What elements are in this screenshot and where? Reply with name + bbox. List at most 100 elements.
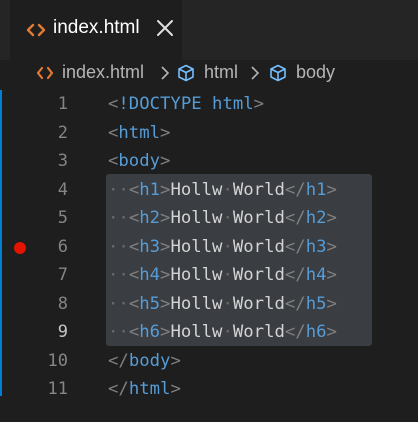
line-number: 1 (57, 94, 68, 114)
symbol-element-icon (178, 64, 194, 82)
whitespace-dot: · (222, 322, 233, 342)
code-line[interactable]: 6 ··<h3>Hollw·World</h3> (0, 233, 418, 262)
code-line[interactable]: 8 ··<h5>Hollw·World</h5> (0, 290, 418, 319)
html-file-icon (36, 66, 54, 80)
line-number: 2 (57, 122, 68, 143)
punctuation: > (326, 265, 337, 285)
code-editor[interactable]: 1 <!DOCTYPE html> 2 <html> 3 <body> 4 ··… (0, 88, 418, 422)
indent-whitespace: ·· (108, 293, 129, 314)
punctuation: > (160, 122, 171, 143)
tag-name: h1 (305, 179, 327, 200)
whitespace-dot: · (222, 179, 233, 200)
punctuation: < (128, 179, 140, 200)
heading-text: World (232, 179, 285, 200)
indent-whitespace: ·· (108, 208, 129, 228)
punctuation: > (326, 208, 337, 228)
punctuation: < (128, 322, 140, 342)
code-line[interactable]: 11 </html> (0, 375, 418, 404)
line-number: 3 (57, 151, 68, 171)
punctuation: > (170, 350, 181, 371)
code-text: ··<h3>Hollw·World</h3> (108, 233, 337, 262)
line-number: 4 (57, 179, 68, 200)
heading-text: World (232, 322, 285, 342)
code-line[interactable]: 2 <html> (0, 119, 418, 148)
punctuation: < (128, 293, 140, 314)
line-number: 8 (57, 293, 68, 314)
tag-name: h3 (139, 236, 161, 257)
chevron-right-icon (251, 66, 260, 80)
heading-text: Hollw (170, 265, 223, 285)
code-line[interactable]: 4 ··<h1>Hollw·World</h1> (0, 176, 418, 205)
editor-tab-bar: index.html (0, 0, 418, 60)
code-line[interactable]: 5 ··<h2>Hollw·World</h2> (0, 204, 418, 233)
heading-text: Hollw (170, 236, 223, 257)
punctuation: > (160, 151, 171, 171)
code-text: <body> (108, 147, 170, 176)
punctuation: </ (108, 379, 129, 399)
code-text: ··<h1>Hollw·World</h1> (108, 176, 337, 205)
tag-name: html (128, 379, 171, 399)
punctuation: > (326, 293, 337, 314)
code-line[interactable]: 3 <body> (0, 147, 418, 176)
line-number: 6 (57, 236, 68, 257)
punctuation: > (160, 293, 171, 314)
code-line[interactable]: 7 ··<h4>Hollw·World</h4> (0, 261, 418, 290)
code-text: ··<h2>Hollw·World</h2> (108, 204, 337, 233)
code-text: </html> (108, 375, 181, 404)
breadcrumb-item-html[interactable]: html (204, 62, 238, 83)
line-number: 9 (57, 322, 68, 342)
breakpoint-icon[interactable] (14, 241, 26, 254)
whitespace-dot: · (222, 208, 233, 228)
breadcrumb-item-index-html[interactable]: index.html (62, 62, 144, 83)
whitespace-dot: · (222, 293, 233, 314)
line-number: 10 (47, 350, 68, 371)
indent-whitespace: ·· (108, 265, 129, 285)
html-file-icon (26, 23, 46, 37)
heading-text: Hollw (170, 322, 223, 342)
line-number: 11 (47, 379, 68, 399)
indent-whitespace: ·· (108, 179, 129, 200)
tag-name: h5 (305, 293, 327, 314)
punctuation: < (108, 94, 119, 114)
indent-whitespace: ·· (108, 236, 129, 257)
code-text: <!DOCTYPE html> (108, 90, 264, 119)
code-text: ··<h6>Hollw·World</h6> (108, 318, 337, 347)
whitespace-dot: · (222, 265, 233, 285)
breadcrumb-item-body[interactable]: body (296, 62, 335, 83)
tag-name: body (128, 350, 171, 371)
punctuation: </ (284, 179, 306, 200)
line-number: 7 (57, 265, 68, 285)
tag-name: body (118, 151, 161, 171)
tag-name: h4 (305, 265, 327, 285)
tag-name: h4 (139, 265, 161, 285)
punctuation: </ (284, 322, 306, 342)
heading-text: Hollw (170, 293, 223, 314)
tab-index-html[interactable]: index.html (10, 0, 182, 60)
tag-name: h2 (139, 208, 161, 228)
code-line[interactable]: 10 </body> (0, 347, 418, 376)
punctuation: </ (284, 265, 306, 285)
tag-name: h3 (305, 236, 327, 257)
tag-name: h6 (139, 322, 161, 342)
heading-text: World (232, 208, 285, 228)
tab-label: index.html (53, 17, 140, 38)
heading-text: Hollw (170, 179, 223, 200)
code-text: <html> (108, 119, 170, 148)
tag-name: html (118, 122, 161, 143)
punctuation: > (160, 322, 171, 342)
punctuation: > (170, 379, 181, 399)
heading-text: World (232, 265, 285, 285)
line-number: 5 (57, 208, 68, 228)
punctuation: < (128, 236, 140, 257)
code-line-active[interactable]: 9 ··<h6>Hollw·World</h6> (0, 318, 418, 347)
punctuation: </ (284, 236, 306, 257)
chevron-right-icon (161, 66, 170, 80)
tag-name: h5 (139, 293, 161, 314)
code-text: ··<h4>Hollw·World</h4> (108, 261, 337, 290)
punctuation: </ (284, 208, 306, 228)
code-line[interactable]: 1 <!DOCTYPE html> (0, 90, 418, 119)
close-icon[interactable] (156, 19, 174, 37)
code-text: ··<h5>Hollw·World</h5> (108, 290, 337, 319)
punctuation: < (108, 122, 119, 143)
